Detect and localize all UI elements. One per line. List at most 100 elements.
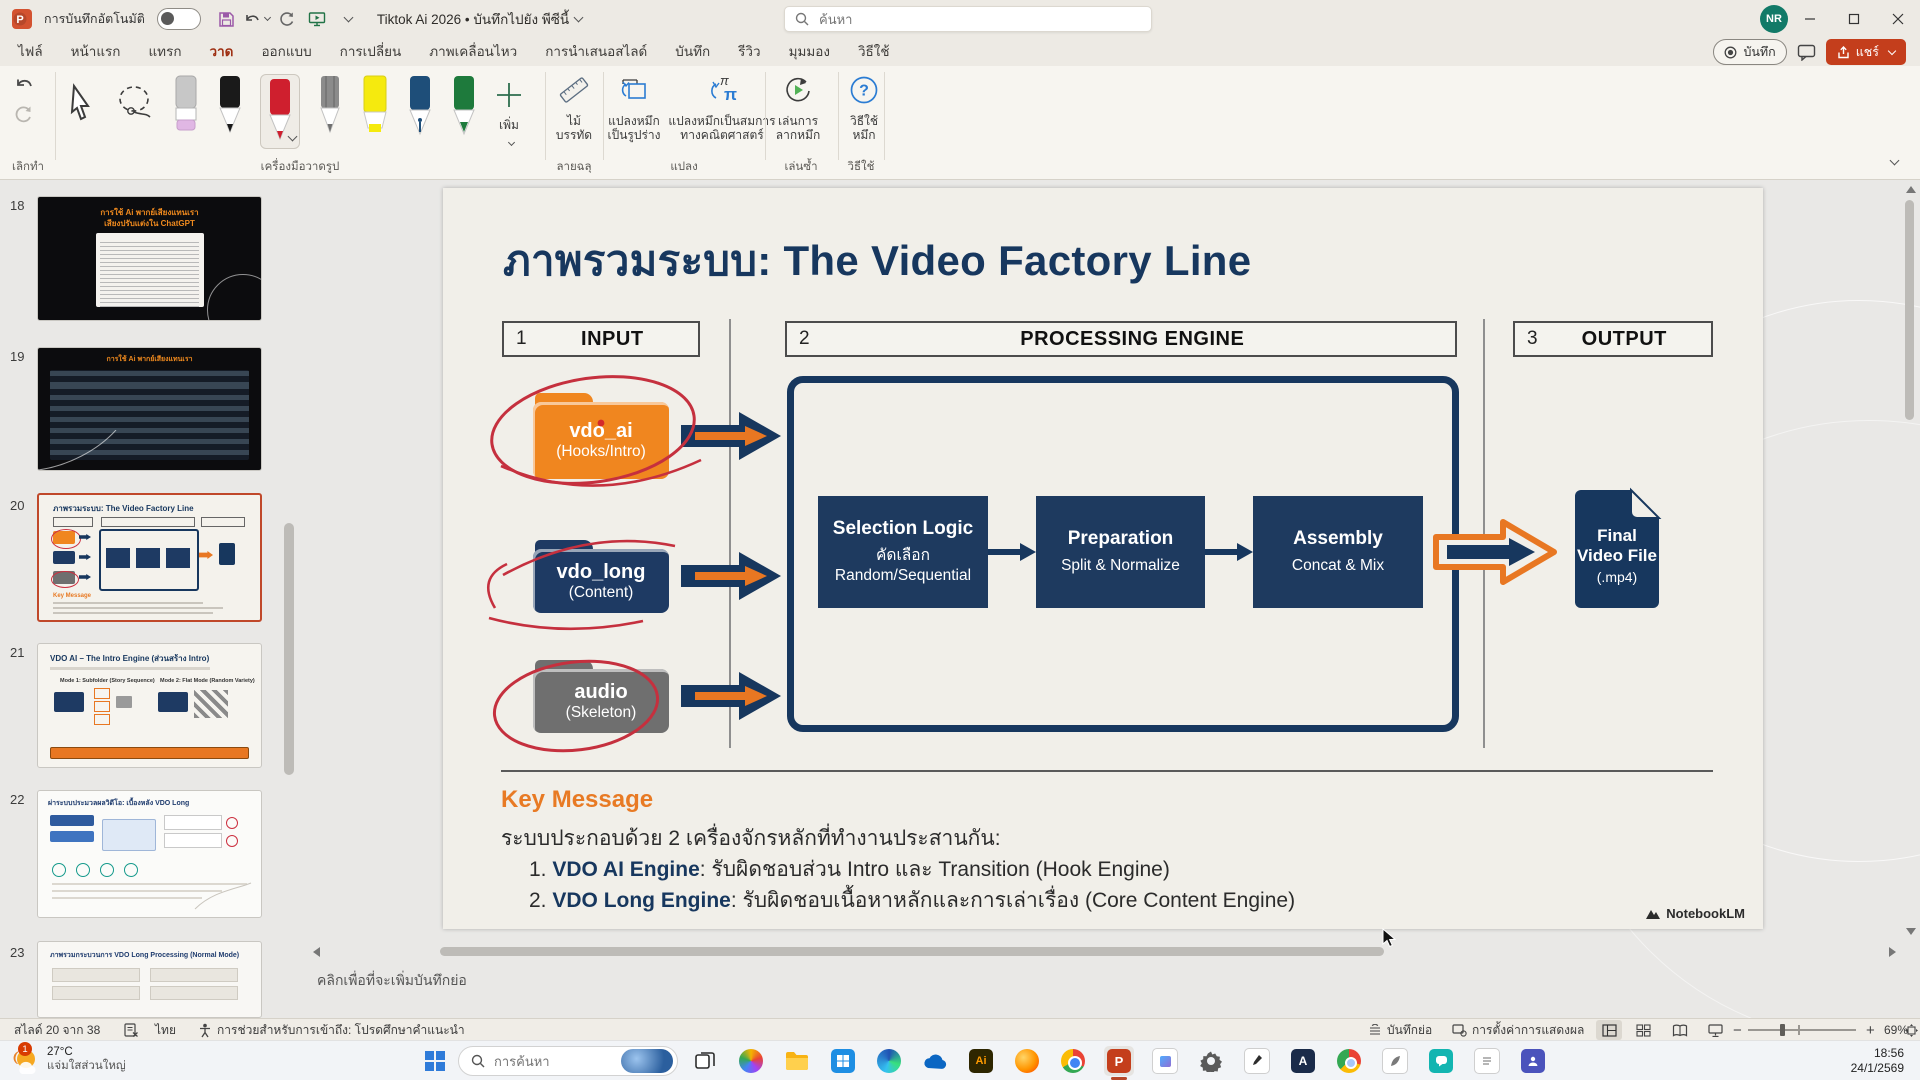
- view-slide-sorter-button[interactable]: [1636, 1019, 1651, 1041]
- taskbar-clock[interactable]: 18:56 24/1/2569: [1851, 1046, 1904, 1076]
- notes-placeholder[interactable]: คลิกเพื่อที่จะเพิ่มบันทึกย่อ: [317, 970, 467, 992]
- thumbnail-panel-scrollbar[interactable]: [284, 523, 294, 775]
- weather-widget[interactable]: 1 27°C แจ่มใสส่วนใหญ่: [10, 1044, 126, 1074]
- horizontal-scrollbar[interactable]: [305, 944, 1905, 960]
- file-explorer-icon[interactable]: [782, 1046, 812, 1076]
- accessibility-status[interactable]: การช่วยสำหรับการเข้าถึง: โปรดศึกษาคำแนะน…: [198, 1019, 465, 1041]
- user-avatar[interactable]: NR: [1760, 5, 1788, 33]
- title-dropdown-icon[interactable]: [574, 13, 584, 23]
- display-settings-button[interactable]: การตั้งค่าการแสดงผล: [1452, 1019, 1584, 1041]
- tab-record[interactable]: บันทึก: [673, 36, 712, 69]
- notepad-plus-icon[interactable]: [1242, 1046, 1272, 1076]
- tab-design[interactable]: ออกแบบ: [259, 36, 313, 69]
- key-message-item-1: 1. VDO AI Engine: รับผิดชอบส่วน Intro แล…: [529, 853, 1170, 886]
- pen-green-tool[interactable]: [450, 74, 478, 136]
- powerpoint-taskbar-icon[interactable]: P: [1104, 1046, 1134, 1076]
- spellcheck-icon[interactable]: [124, 1019, 139, 1041]
- collapse-ribbon-icon[interactable]: [1890, 156, 1900, 166]
- view-reading-button[interactable]: [1672, 1019, 1688, 1041]
- maximize-button[interactable]: [1832, 0, 1876, 38]
- record-button[interactable]: บันทึก: [1713, 39, 1786, 65]
- view-normal-button[interactable]: [1596, 1020, 1622, 1040]
- pen-blue-tool[interactable]: [406, 74, 434, 136]
- save-button[interactable]: [213, 5, 241, 33]
- start-slideshow-button[interactable]: [303, 5, 331, 33]
- language-indicator[interactable]: ไทย: [155, 1019, 176, 1041]
- select-tool-icon[interactable]: [62, 82, 98, 126]
- undo-button[interactable]: [243, 5, 271, 33]
- document-title[interactable]: Tiktok Ai 2026 • บันทึกไปยัง พีซีนี้: [377, 8, 569, 30]
- vertical-scrollbar[interactable]: [1903, 182, 1917, 962]
- ribbon-redo-icon[interactable]: [14, 105, 34, 123]
- quick-access-more-button[interactable]: [333, 5, 361, 33]
- autosave-toggle[interactable]: [157, 8, 201, 30]
- redo-button[interactable]: [273, 5, 301, 33]
- line-app-icon[interactable]: [1426, 1046, 1456, 1076]
- slide-thumbnail-18[interactable]: การใช้ Ai พากย์เสียงแทนเรา เสียงปรับแต่ง…: [37, 196, 262, 321]
- zoom-in-button[interactable]: +: [1866, 1019, 1875, 1041]
- powerpoint-logo-icon: P: [10, 7, 34, 31]
- view-slideshow-button[interactable]: [1708, 1019, 1723, 1041]
- slide-thumbnail-23[interactable]: ภาพรวมกระบวนการ VDO Long Processing (Nor…: [37, 941, 262, 1018]
- tab-view[interactable]: มุมมอง: [787, 36, 832, 69]
- zoom-slider[interactable]: [1748, 1019, 1856, 1041]
- edge-icon[interactable]: [874, 1046, 904, 1076]
- chrome-icon[interactable]: [1058, 1046, 1088, 1076]
- tab-file[interactable]: ไฟล์: [16, 36, 45, 69]
- copilot-icon[interactable]: [736, 1046, 766, 1076]
- svg-text:?: ?: [859, 83, 869, 100]
- pencil-gray-tool[interactable]: [316, 74, 344, 136]
- tab-animations[interactable]: ภาพเคลื่อนไหว: [427, 36, 519, 69]
- tab-home[interactable]: หน้าแรก: [69, 36, 123, 69]
- slide-thumbnail-21[interactable]: VDO AI – The Intro Engine (ส่วนสร้าง Int…: [37, 643, 262, 768]
- taskbar-search-input[interactable]: [492, 1053, 614, 1070]
- add-pen-button[interactable]: เพิ่ม: [494, 80, 524, 150]
- notepad-icon[interactable]: [1472, 1046, 1502, 1076]
- zoom-slider-thumb[interactable]: [1780, 1024, 1785, 1036]
- fit-to-window-icon[interactable]: [1905, 1019, 1918, 1041]
- zoom-out-button[interactable]: −: [1733, 1019, 1742, 1041]
- lasso-select-icon[interactable]: [114, 82, 156, 126]
- tab-help[interactable]: วิธีใช้: [856, 36, 892, 69]
- pen-black-tool[interactable]: [216, 74, 244, 136]
- illustrator-icon[interactable]: Ai: [966, 1046, 996, 1076]
- main-slide[interactable]: ภาพรวมระบบ: The Video Factory Line 1 INP…: [443, 188, 1763, 929]
- app-search-box[interactable]: [784, 6, 1152, 32]
- slide-thumbnail-19[interactable]: การใช้ Ai พากย์เสียงแทนเรา: [37, 347, 262, 471]
- quill-pen-icon[interactable]: [1380, 1046, 1410, 1076]
- search-highlight-image[interactable]: [621, 1049, 673, 1073]
- firefox-icon[interactable]: [1012, 1046, 1042, 1076]
- slide-thumbnail-22[interactable]: ผ่าระบบประมวลผลวิดีโอ: เบื้องหลัง VDO Lo…: [37, 790, 262, 918]
- ink-help-button[interactable]: ? วิธีใช้หมึก: [818, 74, 910, 142]
- tab-insert[interactable]: แทรก: [146, 36, 183, 69]
- photos-icon[interactable]: [1150, 1046, 1180, 1076]
- microsoft-store-icon[interactable]: [828, 1046, 858, 1076]
- acrobat-icon[interactable]: A: [1288, 1046, 1318, 1076]
- task-view-button[interactable]: [690, 1046, 720, 1076]
- notes-toggle[interactable]: บันทึกย่อ: [1368, 1019, 1432, 1041]
- engine-box-selection-logic: Selection Logic คัดเลือก Random/Sequenti…: [818, 496, 988, 608]
- ink-to-shape-label-1: แปลงหมึก: [608, 114, 660, 128]
- ribbon-undo-icon[interactable]: [14, 76, 34, 93]
- eraser-tool-icon[interactable]: [172, 74, 200, 136]
- slide-thumbnail-20-selected[interactable]: ภาพรวมระบบ: The Video Factory Line: [37, 493, 262, 622]
- app-search-input[interactable]: [817, 11, 1141, 28]
- start-button[interactable]: [420, 1046, 450, 1076]
- tab-draw[interactable]: วาด: [208, 36, 236, 69]
- accessibility-icon: [198, 1023, 212, 1038]
- tab-transitions[interactable]: การเปลี่ยน: [338, 36, 404, 69]
- chrome-beta-icon[interactable]: [1334, 1046, 1364, 1076]
- comments-icon[interactable]: [1797, 44, 1816, 61]
- share-button[interactable]: แชร์: [1826, 39, 1906, 65]
- teams-icon[interactable]: [1518, 1046, 1548, 1076]
- onedrive-icon[interactable]: [920, 1046, 950, 1076]
- taskbar-search[interactable]: [458, 1046, 678, 1076]
- tab-slideshow[interactable]: การนำเสนอสไลด์: [543, 36, 649, 69]
- highlighter-yellow-tool[interactable]: [360, 74, 390, 136]
- help-icon: ?: [848, 74, 880, 106]
- minimize-button[interactable]: [1788, 0, 1832, 38]
- close-button[interactable]: [1876, 0, 1920, 38]
- tab-review[interactable]: รีวิว: [736, 36, 762, 69]
- settings-icon[interactable]: [1196, 1046, 1226, 1076]
- pen-red-tool-selected[interactable]: [260, 74, 300, 149]
